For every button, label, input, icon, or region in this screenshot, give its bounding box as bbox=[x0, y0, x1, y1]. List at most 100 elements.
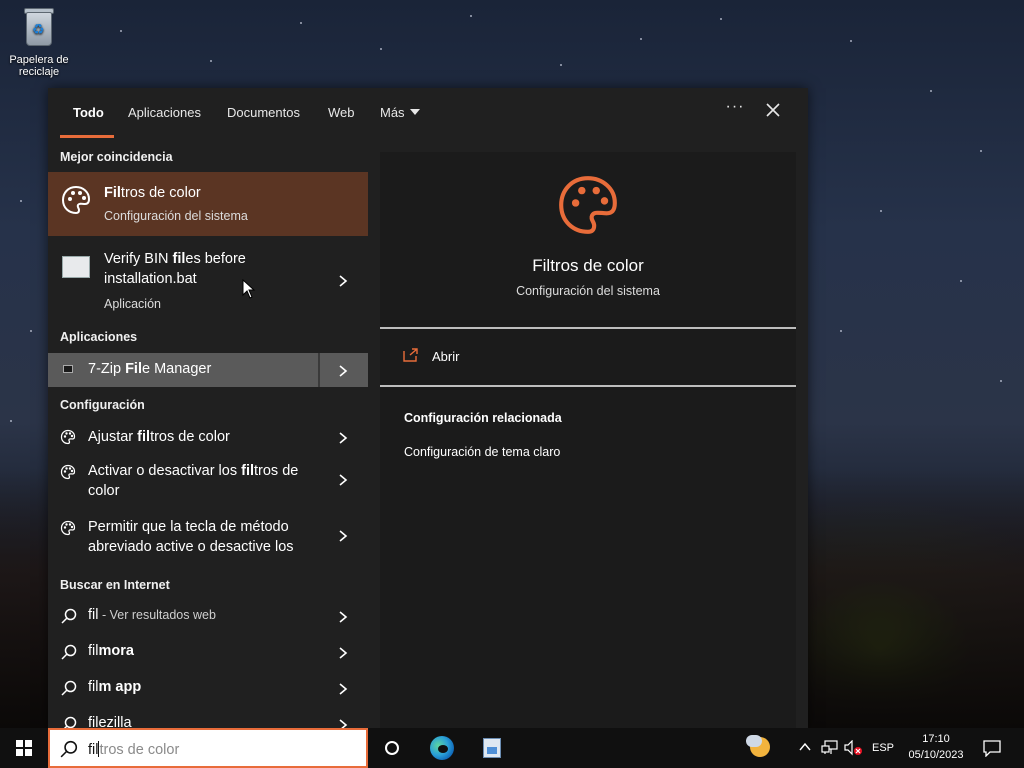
volume-button[interactable] bbox=[842, 728, 864, 768]
search-icon bbox=[60, 740, 78, 763]
divider bbox=[380, 327, 796, 329]
start-button[interactable] bbox=[0, 728, 48, 768]
chevron-right-icon[interactable] bbox=[338, 647, 348, 659]
split-divider bbox=[318, 353, 320, 387]
app-7zip[interactable]: 7-Zip File Manager bbox=[48, 353, 368, 387]
search-panel: Todo Aplicaciones Documentos Web Más ···… bbox=[48, 88, 808, 728]
verify-bin-subtitle: Aplicación bbox=[104, 297, 161, 311]
tab-web[interactable]: Web bbox=[328, 105, 355, 120]
cortana-icon bbox=[385, 741, 399, 755]
open-external-icon bbox=[403, 348, 419, 367]
palette-icon bbox=[555, 172, 621, 243]
related-settings-link[interactable]: Configuración de tema claro bbox=[404, 445, 560, 459]
settings-item[interactable]: Permitir que la tecla de método abreviad… bbox=[48, 512, 368, 562]
close-icon bbox=[766, 103, 780, 117]
edge-icon bbox=[430, 736, 454, 760]
clock-date: 05/10/2023 bbox=[908, 749, 964, 761]
tab-documentos[interactable]: Documentos bbox=[227, 105, 300, 120]
close-button[interactable] bbox=[765, 102, 787, 124]
web-suggestion-label: filmora bbox=[88, 643, 134, 659]
chevron-up-icon bbox=[799, 742, 811, 751]
preview-title: Filtros de color bbox=[532, 256, 644, 275]
taskbar: filtros de color ESP 17:10 05/10/2023 bbox=[0, 728, 1024, 768]
web-suggestion-label: filezilla bbox=[88, 715, 132, 728]
search-icon bbox=[61, 608, 77, 629]
tab-todo[interactable]: Todo bbox=[73, 105, 104, 120]
input-language-button[interactable]: ESP bbox=[869, 728, 897, 768]
search-icon bbox=[61, 716, 77, 728]
section-settings: Configuración bbox=[60, 398, 145, 412]
more-options-button[interactable]: ··· bbox=[724, 98, 746, 122]
show-hidden-icons-button[interactable] bbox=[796, 728, 814, 768]
verify-bin-result[interactable]: Verify BIN files before installation.bat… bbox=[48, 244, 368, 318]
palette-icon bbox=[60, 429, 76, 450]
preview-subtitle: Configuración del sistema bbox=[516, 284, 660, 298]
web-suggestion[interactable]: film app bbox=[48, 670, 368, 704]
app-taskbar-button[interactable] bbox=[467, 728, 515, 768]
notification-icon bbox=[983, 740, 1001, 757]
preview-pane: Filtros de color Configuración del siste… bbox=[380, 152, 796, 728]
chevron-down-icon bbox=[409, 109, 420, 115]
chevron-right-icon[interactable] bbox=[338, 365, 348, 377]
settings-item[interactable]: Ajustar filtros de color bbox=[48, 420, 368, 454]
network-icon bbox=[821, 740, 838, 754]
batch-file-icon bbox=[62, 256, 90, 278]
volume-muted-icon bbox=[844, 740, 862, 756]
settings-item-label: Ajustar filtros de color bbox=[88, 429, 230, 445]
clock[interactable]: 17:10 05/10/2023 bbox=[902, 731, 970, 763]
best-match-item[interactable]: Filtros de color Configuración del siste… bbox=[48, 172, 368, 236]
tab-aplicaciones[interactable]: Aplicaciones bbox=[128, 105, 201, 120]
best-match-title: Filtros de color bbox=[104, 185, 201, 201]
open-action[interactable]: Abrir bbox=[380, 330, 796, 386]
palette-icon bbox=[60, 520, 76, 541]
palette-icon bbox=[60, 184, 92, 221]
weather-widget[interactable] bbox=[738, 728, 786, 768]
related-settings-title: Configuración relacionada bbox=[404, 411, 562, 425]
recycle-bin-icon: ♻ bbox=[22, 6, 56, 46]
chevron-right-icon[interactable] bbox=[338, 432, 348, 444]
section-best-match: Mejor coincidencia bbox=[60, 150, 173, 164]
recycle-bin-desktop-icon[interactable]: ♻ Papelera de reciclaje bbox=[4, 6, 74, 78]
chevron-right-icon[interactable] bbox=[338, 530, 348, 542]
chevron-right-icon[interactable] bbox=[338, 719, 348, 728]
recycle-bin-label: Papelera de reciclaje bbox=[9, 54, 69, 78]
web-suggestion[interactable]: fil - Ver resultados web bbox=[48, 598, 368, 632]
action-center-button[interactable] bbox=[976, 728, 1008, 768]
results-list: Mejor coincidencia Filtros de color Conf… bbox=[48, 140, 368, 728]
ellipsis-icon: ··· bbox=[725, 98, 745, 115]
search-icon bbox=[61, 680, 77, 701]
best-match-subtitle: Configuración del sistema bbox=[104, 209, 248, 223]
verify-bin-title: Verify BIN files before installation.bat bbox=[104, 251, 246, 287]
app-7zip-title: 7-Zip File Manager bbox=[88, 361, 212, 377]
section-apps: Aplicaciones bbox=[60, 330, 138, 344]
7zip-icon bbox=[63, 365, 73, 373]
cortana-button[interactable] bbox=[368, 728, 416, 768]
settings-item-label: Permitir que la tecla de método abreviad… bbox=[88, 519, 294, 555]
palette-icon bbox=[60, 464, 76, 485]
web-suggestion[interactable]: filezilla bbox=[48, 706, 368, 728]
taskbar-search-input[interactable]: filtros de color bbox=[48, 728, 368, 768]
network-button[interactable] bbox=[819, 728, 839, 768]
web-suggestion[interactable]: filmora bbox=[48, 634, 368, 668]
active-tab-indicator bbox=[60, 135, 114, 138]
chevron-right-icon[interactable] bbox=[338, 611, 348, 623]
search-icon bbox=[61, 644, 77, 665]
chevron-right-icon[interactable] bbox=[338, 474, 348, 486]
chevron-right-icon[interactable] bbox=[338, 683, 348, 695]
section-web: Buscar en Internet bbox=[60, 578, 170, 592]
open-label: Abrir bbox=[432, 349, 460, 364]
tab-mas[interactable]: Más bbox=[380, 105, 420, 120]
edge-taskbar-button[interactable] bbox=[418, 728, 466, 768]
search-tabs-bar: Todo Aplicaciones Documentos Web Más ··· bbox=[48, 88, 808, 140]
divider bbox=[380, 385, 796, 387]
mouse-pointer-icon bbox=[242, 278, 256, 304]
settings-item[interactable]: Activar o desactivar los filtros de colo… bbox=[48, 456, 368, 506]
settings-item-label: Activar o desactivar los filtros de colo… bbox=[88, 463, 299, 499]
search-query: filtros de color bbox=[88, 741, 180, 758]
weather-icon bbox=[746, 735, 770, 757]
chevron-right-icon[interactable] bbox=[338, 275, 348, 287]
web-suggestion-label: film app bbox=[88, 679, 142, 695]
clock-time: 17:10 bbox=[922, 733, 950, 745]
web-suggestion-label: fil - Ver resultados web bbox=[88, 607, 216, 623]
picture-app-icon bbox=[483, 738, 501, 758]
